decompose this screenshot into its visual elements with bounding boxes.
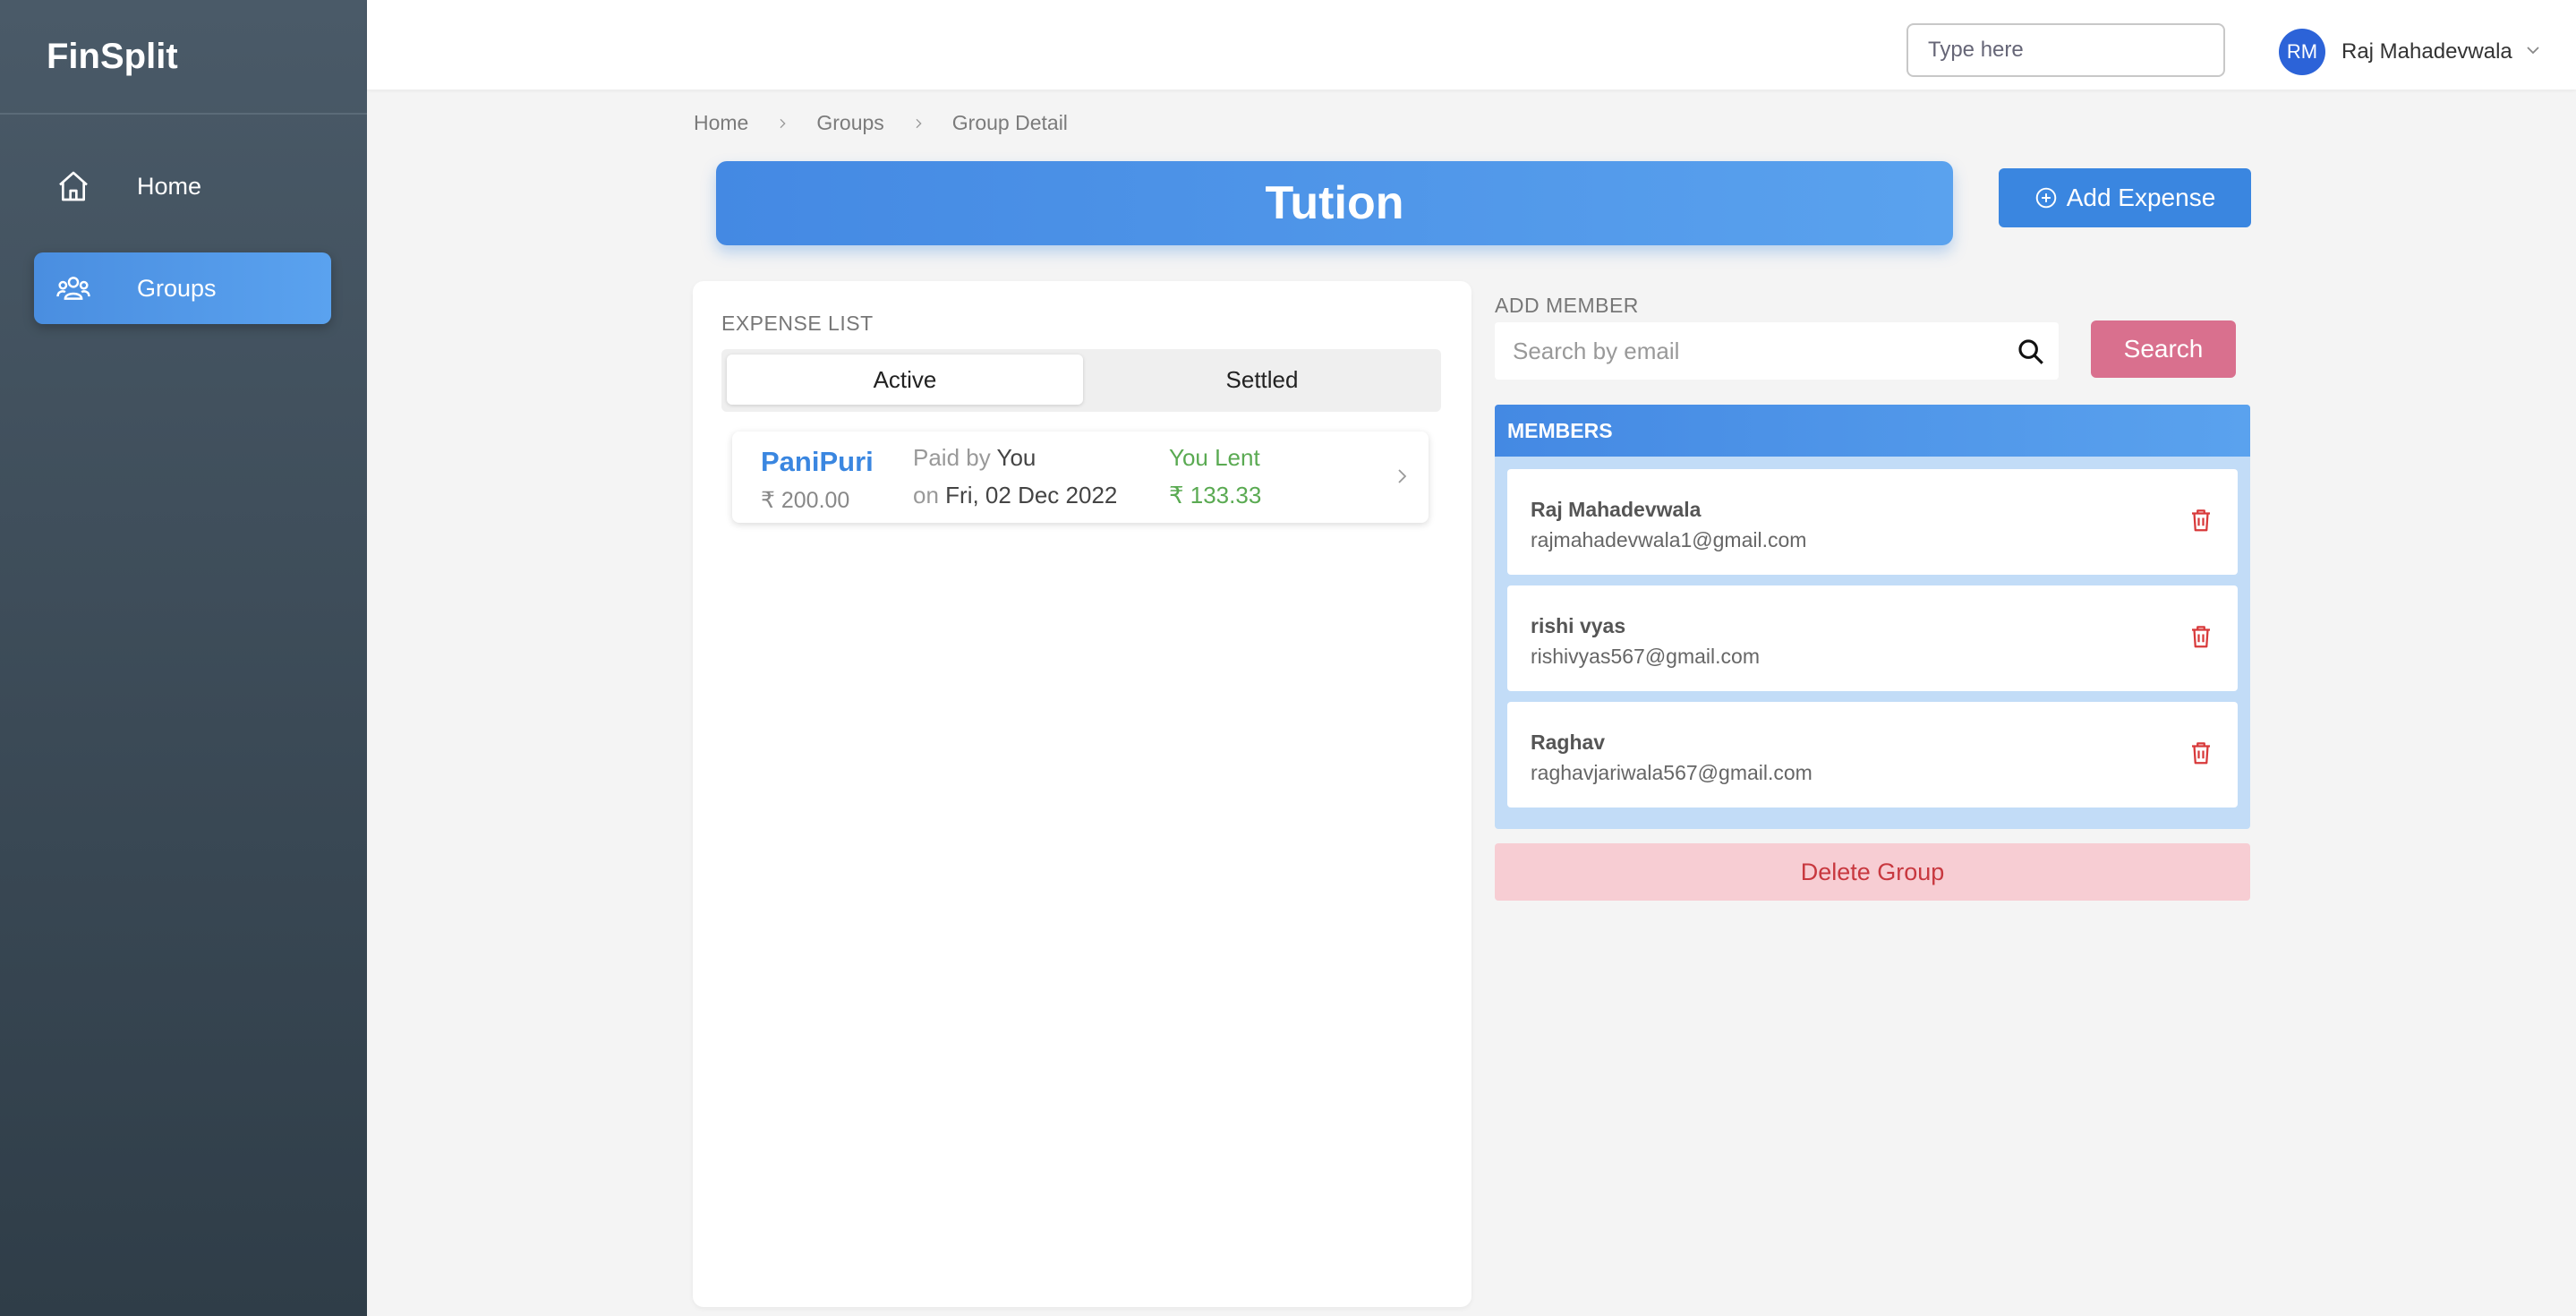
add-member-label: ADD MEMBER <box>1495 294 1639 317</box>
paid-by-label: Paid by <box>913 444 991 471</box>
expense-date: on Fri, 02 Dec 2022 <box>913 482 1117 509</box>
member-email-search-input[interactable] <box>1495 322 2059 380</box>
breadcrumb-group-detail: Group Detail <box>951 111 1068 134</box>
search-icon[interactable] <box>2016 337 2046 367</box>
global-search-input[interactable] <box>1906 23 2225 77</box>
expense-tabs: Active Settled <box>721 349 1441 412</box>
expense-status: You Lent <box>1169 444 1260 471</box>
trash-icon[interactable] <box>2188 507 2214 534</box>
expense-list-label: EXPENSE LIST <box>721 312 874 335</box>
member-email: rajmahadevwala1@gmail.com <box>1531 528 1807 551</box>
plus-circle-icon <box>2035 187 2056 209</box>
member-name: Raj Mahadevwala <box>1531 498 1702 521</box>
members-panel: MEMBERS Raj Mahadevwala rajmahadevwala1@… <box>1495 405 2250 829</box>
expense-paid-by: Paid by You <box>913 444 1036 472</box>
chevron-right-icon <box>780 118 786 128</box>
breadcrumb: Home Groups Group Detail <box>694 111 1068 135</box>
groups-icon <box>56 277 90 300</box>
member-item: Raj Mahadevwala rajmahadevwala1@gmail.co… <box>1507 469 2238 575</box>
sidebar-item-groups[interactable]: Groups <box>34 252 331 324</box>
breadcrumb-home[interactable]: Home <box>694 111 748 135</box>
group-title: Tution <box>716 161 1953 245</box>
avatar[interactable]: RM <box>2279 29 2325 75</box>
expense-item[interactable]: PaniPuri ₹ 200.00 Paid by You on Fri, 02… <box>732 432 1429 523</box>
expense-list-card: EXPENSE LIST Active Settled PaniPuri ₹ 2… <box>693 281 1471 1307</box>
trash-icon[interactable] <box>2188 623 2214 650</box>
breadcrumb-groups[interactable]: Groups <box>816 111 883 135</box>
user-name[interactable]: Raj Mahadevwala <box>2341 39 2512 64</box>
sidebar-item-label: Groups <box>137 274 217 302</box>
add-expense-label: Add Expense <box>2066 184 2216 211</box>
chevron-right-icon <box>916 118 922 128</box>
add-expense-button[interactable]: Add Expense <box>1999 168 2251 227</box>
tab-active[interactable]: Active <box>727 355 1083 405</box>
member-name: rishi vyas <box>1531 614 1626 637</box>
trash-icon[interactable] <box>2188 739 2214 766</box>
brand-logo[interactable]: FinSplit <box>0 0 367 115</box>
date-value: Fri, 02 Dec 2022 <box>945 482 1118 508</box>
expense-status-amount: ₹ 133.33 <box>1169 482 1262 508</box>
sidebar: FinSplit Home Groups <box>0 0 367 1316</box>
home-icon <box>59 171 88 201</box>
delete-group-button[interactable]: Delete Group <box>1495 843 2250 901</box>
chevron-right-icon[interactable] <box>1391 466 1412 487</box>
members-header: MEMBERS <box>1495 405 2250 457</box>
sidebar-item-home[interactable]: Home <box>34 150 331 222</box>
expense-name: PaniPuri <box>761 446 874 477</box>
expense-amount: ₹ 200.00 <box>761 488 850 513</box>
member-email: raghavjariwala567@gmail.com <box>1531 761 1813 784</box>
sidebar-item-label: Home <box>137 172 202 200</box>
member-name: Raghav <box>1531 731 1606 754</box>
tab-settled[interactable]: Settled <box>1088 355 1436 405</box>
search-button[interactable]: Search <box>2091 320 2236 378</box>
on-label: on <box>913 482 939 508</box>
member-email: rishivyas567@gmail.com <box>1531 645 1760 668</box>
paid-by-value: You <box>996 444 1036 471</box>
member-item: rishi vyas rishivyas567@gmail.com <box>1507 585 2238 691</box>
member-item: Raghav raghavjariwala567@gmail.com <box>1507 702 2238 808</box>
top-bar: RM Raj Mahadevwala <box>367 0 2576 90</box>
chevron-down-icon[interactable] <box>2522 39 2544 61</box>
